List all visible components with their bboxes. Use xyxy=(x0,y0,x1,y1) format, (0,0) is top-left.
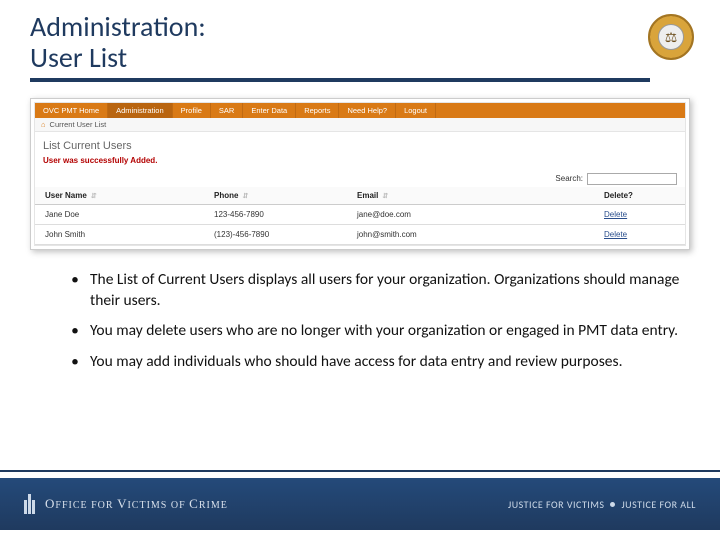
col-delete: Delete? xyxy=(594,187,685,205)
footer-tagline: JUSTICE FOR VICTIMS JUSTICE FOR ALL xyxy=(508,498,696,511)
delete-link[interactable]: Delete xyxy=(594,204,685,224)
list-item: • You may add individuals who should hav… xyxy=(60,352,680,373)
sort-icon: ⇵ xyxy=(91,193,97,200)
bullet-text: You may delete users who are no longer w… xyxy=(90,321,680,342)
nav-enter[interactable]: Enter Data xyxy=(243,103,296,118)
title-underline xyxy=(30,78,650,82)
search-row: Search: xyxy=(35,171,685,187)
nav-admin[interactable]: Administration xyxy=(108,103,173,118)
bullet-icon: • xyxy=(60,352,90,373)
tagline-left: JUSTICE FOR VICTIMS xyxy=(508,498,604,511)
cell-phone: (123)-456-7890 xyxy=(204,224,347,244)
table-row: John Smith (123)-456-7890 john@smith.com… xyxy=(35,224,685,244)
search-input[interactable] xyxy=(587,173,677,185)
sort-icon: ⇵ xyxy=(242,193,248,200)
nav-home[interactable]: OVC PMT Home xyxy=(35,103,108,118)
cell-name: John Smith xyxy=(35,224,204,244)
success-message: User was successfully Added. xyxy=(35,156,685,171)
delete-link[interactable]: Delete xyxy=(594,224,685,244)
bullet-text: The List of Current Users displays all u… xyxy=(90,270,680,312)
ovc-wordmark: OFFICE FOR VICTIMS OF CRIME xyxy=(45,496,228,512)
cell-email: jane@doe.com xyxy=(347,204,594,224)
search-label: Search: xyxy=(555,174,583,183)
sort-icon: ⇵ xyxy=(382,193,388,200)
bullet-text: You may add individuals who should have … xyxy=(90,352,680,373)
users-table: User Name⇵ Phone⇵ Email⇵ Delete? Jane Do… xyxy=(35,187,685,245)
app-screenshot: OVC PMT Home Administration Profile SAR … xyxy=(30,98,690,250)
bullet-icon: • xyxy=(60,270,90,312)
dot-separator-icon xyxy=(610,502,615,507)
ovc-logo-icon xyxy=(24,494,45,514)
panel-title: List Current Users xyxy=(35,132,685,156)
page-title: Administration: User List xyxy=(30,12,690,74)
home-icon[interactable]: ⌂ xyxy=(41,120,46,129)
list-item: • The List of Current Users displays all… xyxy=(60,270,680,312)
seal-glyph: ⚖ xyxy=(658,24,684,50)
footer-bar: OFFICE FOR VICTIMS OF CRIME JUSTICE FOR … xyxy=(0,478,720,530)
nav-profile[interactable]: Profile xyxy=(173,103,211,118)
doj-seal-icon: ⚖ xyxy=(648,14,694,60)
footer-rule xyxy=(0,470,720,472)
cell-name: Jane Doe xyxy=(35,204,204,224)
title-line-2: User List xyxy=(30,40,127,75)
bullet-list: • The List of Current Users displays all… xyxy=(0,250,720,374)
cell-phone: 123-456-7890 xyxy=(204,204,347,224)
slide-header: Administration: User List ⚖ xyxy=(0,0,720,82)
nav-reports[interactable]: Reports xyxy=(296,103,339,118)
title-line-1: Administration: xyxy=(30,9,206,44)
col-phone[interactable]: Phone⇵ xyxy=(204,187,347,205)
breadcrumb-text: Current User List xyxy=(50,120,107,129)
table-row: Jane Doe 123-456-7890 jane@doe.com Delet… xyxy=(35,204,685,224)
nav-sar[interactable]: SAR xyxy=(211,103,243,118)
nav-help[interactable]: Need Help? xyxy=(339,103,396,118)
app-top-nav: OVC PMT Home Administration Profile SAR … xyxy=(35,103,685,118)
nav-logout[interactable]: Logout xyxy=(396,103,436,118)
cell-email: john@smith.com xyxy=(347,224,594,244)
list-item: • You may delete users who are no longer… xyxy=(60,321,680,342)
slide-footer: OFFICE FOR VICTIMS OF CRIME JUSTICE FOR … xyxy=(0,470,720,540)
tagline-right: JUSTICE FOR ALL xyxy=(621,498,696,511)
breadcrumb: ⌂ Current User List xyxy=(35,118,685,132)
bullet-icon: • xyxy=(60,321,90,342)
col-username[interactable]: User Name⇵ xyxy=(35,187,204,205)
col-email[interactable]: Email⇵ xyxy=(347,187,594,205)
